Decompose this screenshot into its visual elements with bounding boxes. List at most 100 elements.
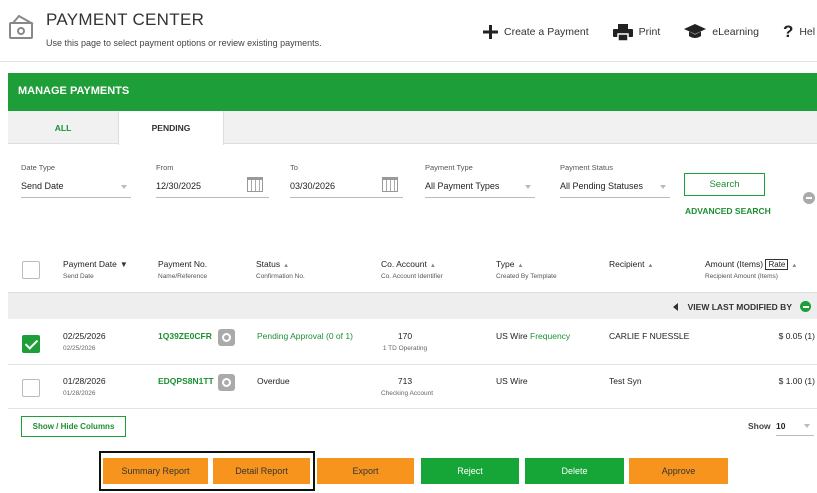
advanced-search-link[interactable]: ADVANCED SEARCH: [685, 206, 771, 216]
account-cell: 170 1 TD Operating: [381, 331, 429, 352]
amount-value: $ 1.00 (1): [778, 376, 815, 386]
send-date: 01/28/2026: [63, 390, 96, 397]
col-co-account-title: Co. Account: [381, 259, 427, 269]
search-button[interactable]: Search: [684, 173, 765, 196]
col-payment-no[interactable]: Payment No. Name/Reference: [158, 259, 207, 280]
account-identifier: 1 TD Operating: [382, 345, 428, 352]
help-button[interactable]: ? Hel: [783, 22, 815, 42]
payment-date: 02/25/2026: [63, 331, 106, 341]
table-row[interactable]: 01/28/2026 01/28/2026 EDQPS8N1TT Overdue…: [8, 365, 817, 409]
status-link[interactable]: Pending Approval (0 of 1): [257, 331, 353, 341]
account-number: 713: [397, 376, 413, 386]
page-size-select[interactable]: 10: [776, 416, 814, 436]
approve-button[interactable]: Approve: [629, 458, 728, 484]
elearning-label: eLearning: [712, 26, 759, 38]
col-amount-sub: Recipient Amount (Items): [705, 273, 778, 280]
col-payment-no-title: Payment No.: [158, 259, 208, 269]
col-payment-no-sub: Name/Reference: [158, 273, 208, 280]
view-eye-icon[interactable]: [218, 374, 235, 391]
plus-icon: [482, 24, 498, 40]
row-checkbox[interactable]: [22, 335, 40, 353]
to-label: To: [290, 163, 298, 172]
tab-all[interactable]: ALL: [8, 111, 118, 144]
account-number: 170: [397, 331, 413, 341]
show-hide-columns-button[interactable]: Show / Hide Columns: [21, 416, 126, 437]
col-amount-title: Amount (Items): [705, 259, 764, 269]
report-buttons-highlight: [99, 451, 315, 491]
payment-type-value: All Payment Types: [425, 181, 500, 191]
type-cell: US Wire Frequency: [496, 331, 570, 341]
sort-desc-icon: ▼: [119, 260, 128, 269]
header-actions: Create a Payment Print eLearning ? Hel: [482, 22, 817, 42]
view-eye-icon[interactable]: [218, 329, 235, 346]
view-last-modified-label: VIEW LAST MODIFIED BY: [687, 301, 792, 312]
page-title: PAYMENT CENTER: [46, 10, 205, 29]
to-calendar-icon[interactable]: [382, 177, 398, 192]
delete-button[interactable]: Delete: [525, 458, 624, 484]
page-size-value: 10: [776, 421, 786, 431]
from-calendar-icon[interactable]: [247, 177, 263, 192]
printer-icon: [612, 23, 633, 41]
col-status[interactable]: Status ▲ Confirmation No.: [256, 259, 305, 280]
tab-pending[interactable]: PENDING: [118, 111, 224, 145]
date-type-value: Send Date: [21, 181, 64, 191]
print-label: Print: [638, 26, 661, 38]
frequency-link[interactable]: Frequency: [530, 331, 570, 341]
table-row[interactable]: 02/25/2026 02/25/2026 1Q39ZE0CFR Pending…: [8, 319, 817, 365]
reject-button[interactable]: Reject: [421, 458, 519, 484]
payment-number-link[interactable]: EDQPS8N1TT: [158, 376, 214, 386]
to-date-value: 03/30/2026: [290, 181, 336, 191]
payment-date: 01/28/2026: [63, 376, 106, 386]
rate-toggle[interactable]: Rate: [765, 259, 789, 270]
col-type[interactable]: Type ▲ Created By Template: [496, 259, 557, 280]
col-payment-date[interactable]: Payment Date ▼ Send Date: [63, 259, 128, 280]
col-co-account[interactable]: Co. Account ▲ Co. Account Identifier: [381, 259, 443, 280]
date-type-select[interactable]: Send Date: [21, 178, 131, 198]
caret-left-icon: [672, 302, 678, 311]
payment-type-select[interactable]: All Payment Types: [425, 178, 535, 198]
graduation-cap-icon: [684, 24, 707, 40]
create-payment-button[interactable]: Create a Payment: [482, 24, 589, 40]
payment-number-link[interactable]: 1Q39ZE0CFR: [158, 331, 212, 341]
select-all-checkbox[interactable]: [22, 261, 40, 279]
col-amount[interactable]: Amount (Items) Rate ▲ Recipient Amount (I…: [705, 259, 797, 280]
amount-value: $ 0.05 (1): [778, 331, 815, 341]
manage-payments-heading: MANAGE PAYMENTS: [8, 73, 817, 111]
col-payment-date-sub: Send Date: [63, 273, 94, 280]
payment-status-select[interactable]: All Pending Statuses: [560, 178, 670, 198]
sort-asc-icon: ▲: [791, 263, 798, 269]
col-co-account-sub: Co. Account Identifier: [381, 273, 443, 280]
payment-center-icon: [9, 14, 34, 39]
chevron-down-icon: [525, 185, 531, 189]
create-payment-label: Create a Payment: [504, 26, 589, 38]
account-identifier: Checking Account: [381, 390, 434, 397]
payment-type-label: Payment Type: [425, 163, 473, 172]
sort-asc-icon: ▲: [647, 263, 654, 269]
col-type-title: Type: [496, 259, 515, 269]
page-header: PAYMENT CENTER Use this page to select p…: [0, 0, 817, 62]
col-recipient-title: Recipient: [609, 259, 645, 269]
chevron-down-icon: [121, 185, 127, 189]
print-button[interactable]: Print: [612, 23, 661, 41]
collapse-icon: [800, 301, 811, 312]
date-type-label: Date Type: [21, 163, 56, 172]
view-last-modified-toggle[interactable]: VIEW LAST MODIFIED BY: [672, 301, 811, 312]
send-date: 02/25/2026: [63, 345, 96, 352]
collapse-filters-icon[interactable]: [803, 192, 815, 204]
last-modified-bar: VIEW LAST MODIFIED BY: [8, 293, 817, 319]
chevron-down-icon: [804, 424, 810, 428]
payment-status-label: Payment Status: [560, 163, 613, 172]
table-header: Payment Date ▼ Send Date Payment No. Name…: [8, 247, 817, 293]
recipient-name: Test Syn: [609, 376, 642, 386]
from-date-value: 12/30/2025: [156, 181, 202, 191]
col-recipient[interactable]: Recipient ▲: [609, 259, 653, 269]
elearning-button[interactable]: eLearning: [684, 24, 759, 40]
status-text: Overdue: [257, 376, 290, 386]
col-status-sub: Confirmation No.: [256, 273, 305, 280]
help-icon: ?: [782, 22, 794, 41]
export-button[interactable]: Export: [317, 458, 414, 484]
col-payment-date-title: Payment Date: [63, 259, 117, 269]
help-label: Hel: [799, 26, 816, 38]
payment-type: US Wire: [496, 376, 528, 386]
row-checkbox[interactable]: [22, 379, 40, 397]
